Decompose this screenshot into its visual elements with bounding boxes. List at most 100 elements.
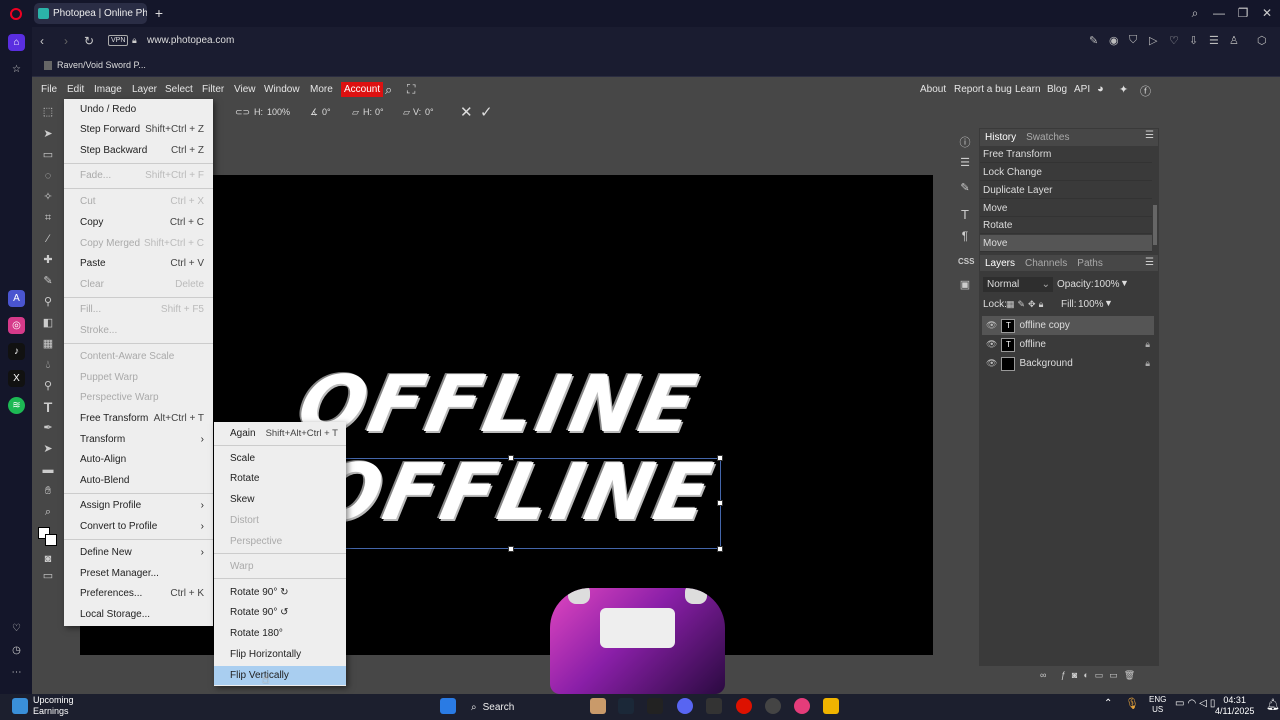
gradient-tool-icon[interactable]: ▦ (40, 336, 56, 352)
tab-channels[interactable]: Channels (1025, 258, 1067, 269)
menu-blog[interactable]: Blog (1047, 84, 1067, 95)
more-icon[interactable]: ⋯ (8, 664, 25, 681)
image-icon[interactable]: ▣ (958, 278, 972, 291)
menu-report-bug[interactable]: Report a bug (954, 84, 1012, 95)
menu-item-free-transform[interactable]: Free Transform Alt+Ctrl + T (64, 410, 213, 428)
background-color-swatch[interactable] (45, 534, 57, 546)
history-item-current[interactable]: Move (980, 235, 1152, 252)
forward-icon[interactable]: › (64, 34, 68, 48)
download-icon[interactable]: ⇩ (1189, 34, 1198, 47)
tiktok-icon[interactable]: ♪ (8, 343, 25, 360)
snapshot-icon[interactable]: ◉ (1109, 34, 1119, 47)
x-twitter-icon[interactable]: X (8, 370, 25, 387)
screen-mode-icon[interactable]: ▭ (40, 568, 56, 584)
close-window-icon[interactable]: ✕ (1258, 6, 1276, 20)
skew-v-input[interactable]: 0° (425, 107, 434, 117)
menu-item-local-storage[interactable]: Local Storage... (64, 606, 213, 624)
history-clock-icon[interactable]: ◷ (8, 642, 25, 659)
opacity-dropdown-icon[interactable]: ▼ (1120, 278, 1129, 288)
history-item[interactable]: Move (980, 200, 1152, 217)
character-icon[interactable]: T (958, 207, 972, 222)
layer-row[interactable]: 👁︎ Background 🔒︎ (982, 354, 1154, 373)
menu-image[interactable]: Image (94, 84, 122, 95)
menu-filter[interactable]: Filter (202, 84, 224, 95)
vpn-badge[interactable]: VPN (108, 35, 129, 46)
search-tabs-icon[interactable]: ⌕ (1186, 6, 1204, 21)
taskbar-clock[interactable]: 04:31 4/11/2025 (1215, 695, 1254, 717)
type-tool-icon[interactable]: T (40, 399, 56, 415)
menu-api[interactable]: API (1074, 84, 1090, 95)
menu-item-convert-profile[interactable]: Convert to Profile › (64, 518, 213, 536)
opera-logo-icon[interactable] (10, 8, 22, 20)
magic-wand-icon[interactable]: ✧ (40, 189, 56, 205)
start-windows-icon[interactable] (440, 698, 456, 714)
shield-icon[interactable]: ⛉ (1129, 34, 1137, 47)
discord-icon[interactable] (677, 698, 693, 714)
aria-icon[interactable]: A (8, 290, 25, 307)
menu-item-auto-blend[interactable]: Auto-Blend (64, 472, 213, 490)
path-select-icon[interactable]: ➤ (40, 441, 56, 457)
app-icon[interactable] (706, 698, 722, 714)
browser-tab[interactable]: Photopea | Online Photo × (34, 3, 147, 24)
home-icon[interactable]: ⌂ (8, 34, 25, 51)
submenu-item-rotate-90-cw[interactable]: Rotate 90° ↻ (214, 583, 346, 602)
taskbar-search[interactable]: ⌕ Search (465, 697, 575, 717)
menu-item-step-forward[interactable]: Step Forward Shift+Ctrl + Z (64, 121, 213, 139)
tab-swatches[interactable]: Swatches (1026, 132, 1069, 143)
blur-tool-icon[interactable]: 💧︎ (40, 357, 56, 373)
twitter-icon[interactable]: ✦ (1119, 83, 1128, 96)
transform-handle-bottom[interactable] (508, 546, 514, 552)
lasso-tool-icon[interactable]: ◌ (40, 168, 56, 184)
layer-actions-icons[interactable]: ∞ ƒ◙◐▭▭🗑︎ (1040, 670, 1141, 681)
quick-mask-icon[interactable]: ◙ (40, 551, 56, 567)
opera-taskbar-icon[interactable] (736, 698, 752, 714)
transform-handle-right[interactable] (717, 500, 723, 506)
menu-item-step-backward[interactable]: Step Backward Ctrl + Z (64, 142, 213, 160)
reddit-icon[interactable]: ◕ (1097, 83, 1104, 95)
microphone-icon[interactable]: 🎙︎ (1125, 697, 1139, 710)
new-tab-button[interactable]: + (152, 5, 166, 21)
transform-handle-top[interactable] (508, 455, 514, 461)
healing-brush-icon[interactable]: ✚ (40, 252, 56, 268)
spotify-icon[interactable]: ≋ (8, 397, 25, 414)
language-indicator[interactable]: ENG US (1149, 695, 1166, 715)
tab-paths[interactable]: Paths (1077, 258, 1103, 269)
menu-window[interactable]: Window (264, 84, 300, 95)
back-icon[interactable]: ‹ (40, 34, 44, 48)
eyedropper-icon[interactable]: ⁄ (40, 231, 56, 247)
fill-input[interactable]: 100% (1078, 299, 1104, 310)
fill-dropdown-icon[interactable]: ▼ (1104, 298, 1113, 308)
eye-icon[interactable]: 👁︎ (986, 358, 997, 369)
brush-tool-icon[interactable]: ✎ (40, 273, 56, 289)
menu-item-paste[interactable]: Paste Ctrl + V (64, 255, 213, 273)
history-item[interactable]: Duplicate Layer (980, 182, 1152, 199)
angle-input[interactable]: 0° (322, 107, 331, 117)
adjustments-icon[interactable]: ☰ (958, 156, 972, 169)
submenu-item-rotate-180[interactable]: Rotate 180° (214, 624, 346, 643)
menu-view[interactable]: View (234, 84, 256, 95)
history-scrollbar[interactable] (1153, 205, 1157, 245)
shape-tool-icon[interactable]: ▬ (40, 462, 56, 478)
menu-learn[interactable]: Learn (1015, 84, 1041, 95)
opacity-input[interactable]: 100% (1094, 279, 1120, 290)
submenu-item-flip-vertical[interactable]: Flip Vertically (214, 666, 346, 685)
submenu-item-again[interactable]: Again Shift+Alt+Ctrl + T (214, 424, 346, 443)
heart-icon[interactable]: ♡ (1169, 34, 1179, 47)
eraser-tool-icon[interactable]: ◧ (40, 315, 56, 331)
link-icon[interactable]: ⊂⊃ (235, 107, 250, 118)
weather-icon[interactable] (12, 698, 28, 714)
fullscreen-icon[interactable]: ⛶ (407, 82, 415, 97)
clone-stamp-icon[interactable]: ⚲ (40, 294, 56, 310)
search-icon[interactable]: ⌕ (385, 82, 392, 98)
transform-handle-top-right[interactable] (717, 455, 723, 461)
crop-tool-icon[interactable]: ⌗ (40, 210, 56, 226)
notifications-bell-icon[interactable]: 🔔︎ (1266, 698, 1280, 711)
profile-icon[interactable]: ♙ (1229, 34, 1239, 47)
edit-icon[interactable]: ✎ (1089, 34, 1098, 47)
url-field[interactable]: www.photopea.com (147, 35, 234, 46)
folder-icon[interactable] (823, 698, 839, 714)
move-tool-icon[interactable]: ➤ (40, 126, 56, 142)
menu-more[interactable]: More (310, 84, 333, 95)
menu-item-define-new[interactable]: Define New › (64, 544, 213, 562)
submenu-item-rotate-90-ccw[interactable]: Rotate 90° ↺ (214, 603, 346, 622)
